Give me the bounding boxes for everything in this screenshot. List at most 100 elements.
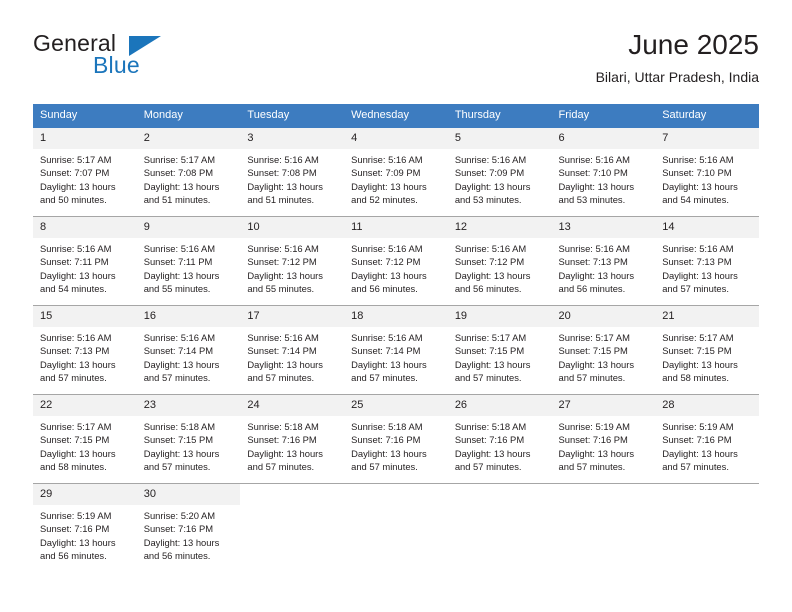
sunrise-time: Sunrise: 5:18 AM: [143, 421, 216, 432]
daylight-duration-line2: and 51 minutes.: [143, 193, 211, 205]
day-details: Sunrise: 5:16 AM Sunset: 7:11 PM Daylight:…: [137, 238, 241, 295]
daylight-duration-line2: and 57 minutes.: [143, 460, 211, 472]
day-details: Sunrise: 5:16 AM Sunset: 7:14 PM Daylight:…: [240, 327, 344, 384]
calendar-empty-cell: [240, 483, 345, 572]
daylight-duration-line2: and 53 minutes.: [558, 193, 626, 205]
weekday-header-monday: Monday: [136, 104, 241, 128]
daylight-duration-line1: Daylight: 13 hours: [40, 269, 116, 281]
calendar-day-cell[interactable]: 15 Sunrise: 5:16 AM Sunset: 7:13 PM Dayligh…: [33, 305, 137, 395]
calendar-day-cell[interactable]: 26 Sunrise: 5:18 AM Sunset: 7:16 PM Dayligh…: [447, 394, 552, 484]
day-details: Sunrise: 5:16 AM Sunset: 7:14 PM Daylight:…: [344, 327, 448, 384]
calendar-day-cell[interactable]: 8 Sunrise: 5:16 AM Sunset: 7:11 PM Daylight…: [33, 216, 137, 306]
sunset-time: Sunset: 7:14 PM: [143, 345, 214, 357]
calendar-day-cell[interactable]: 12 Sunrise: 5:16 AM Sunset: 7:12 PM Dayligh…: [447, 216, 552, 306]
sunrise-time: Sunrise: 5:18 AM: [454, 421, 527, 432]
daylight-duration-line2: and 57 minutes.: [143, 371, 211, 383]
calendar-day-cell[interactable]: 30 Sunrise: 5:20 AM Sunset: 7:16 PM Dayligh…: [136, 483, 241, 572]
calendar-day-cell[interactable]: 25 Sunrise: 5:18 AM Sunset: 7:16 PM Dayligh…: [344, 394, 448, 484]
sunset-time: Sunset: 7:16 PM: [662, 434, 732, 446]
day-details: Sunrise: 5:18 AM Sunset: 7:16 PM Daylight:…: [344, 416, 448, 473]
day-details: Sunrise: 5:17 AM Sunset: 7:08 PM Daylight:…: [137, 149, 241, 206]
calendar-day-cell[interactable]: 16 Sunrise: 5:16 AM Sunset: 7:14 PM Dayligh…: [136, 305, 241, 395]
calendar-day-cell[interactable]: 3 Sunrise: 5:16 AM Sunset: 7:08 PM Daylight…: [240, 128, 345, 217]
calendar-day-cell[interactable]: 19 Sunrise: 5:17 AM Sunset: 7:15 PM Dayligh…: [447, 305, 552, 395]
calendar-day-cell[interactable]: 2 Sunrise: 5:17 AM Sunset: 7:08 PM Daylight…: [136, 128, 241, 217]
sunrise-time: Sunrise: 5:16 AM: [247, 154, 319, 165]
calendar-day-cell[interactable]: 21 Sunrise: 5:17 AM Sunset: 7:15 PM Dayligh…: [655, 305, 759, 395]
calendar-day-cell[interactable]: 4 Sunrise: 5:16 AM Sunset: 7:09 PM Daylight…: [344, 128, 448, 217]
day-number: [655, 484, 759, 505]
daylight-duration-line1: Daylight: 13 hours: [40, 180, 116, 192]
calendar-day-cell[interactable]: 27 Sunrise: 5:19 AM Sunset: 7:16 PM Dayligh…: [551, 394, 656, 484]
calendar-week-row: 15 Sunrise: 5:16 AM Sunset: 7:13 PM Dayligh…: [33, 305, 759, 395]
day-number: 14: [655, 217, 759, 238]
day-number: 27: [551, 395, 656, 416]
daylight-duration-line1: Daylight: 13 hours: [247, 180, 323, 192]
sunset-time: Sunset: 7:09 PM: [351, 167, 421, 179]
daylight-duration-line2: and 54 minutes.: [40, 282, 107, 294]
day-number: 21: [655, 306, 759, 327]
daylight-duration-line1: Daylight: 13 hours: [351, 180, 427, 192]
day-details: Sunrise: 5:17 AM Sunset: 7:15 PM Daylight:…: [655, 327, 759, 384]
sunrise-time: Sunrise: 5:16 AM: [40, 332, 112, 343]
daylight-duration-line1: Daylight: 13 hours: [454, 447, 531, 459]
day-details: Sunrise: 5:17 AM Sunset: 7:15 PM Daylight:…: [33, 416, 137, 473]
sunset-time: Sunset: 7:12 PM: [454, 256, 525, 268]
sunset-time: Sunset: 7:16 PM: [558, 434, 628, 446]
day-number: [344, 484, 448, 505]
daylight-duration-line2: and 58 minutes.: [40, 460, 107, 472]
sunset-time: Sunset: 7:16 PM: [454, 434, 525, 446]
daylight-duration-line2: and 57 minutes.: [351, 460, 418, 472]
sunrise-time: Sunrise: 5:16 AM: [558, 154, 630, 165]
daylight-duration-line2: and 57 minutes.: [454, 371, 522, 383]
sunset-time: Sunset: 7:16 PM: [247, 434, 317, 446]
calendar-day-cell[interactable]: 9 Sunrise: 5:16 AM Sunset: 7:11 PM Daylight…: [136, 216, 241, 306]
calendar-day-cell[interactable]: 14 Sunrise: 5:16 AM Sunset: 7:13 PM Dayligh…: [655, 216, 759, 306]
daylight-duration-line2: and 57 minutes.: [558, 460, 626, 472]
sunset-time: Sunset: 7:08 PM: [247, 167, 317, 179]
calendar-day-cell[interactable]: 24 Sunrise: 5:18 AM Sunset: 7:16 PM Dayligh…: [240, 394, 345, 484]
calendar-day-cell[interactable]: 17 Sunrise: 5:16 AM Sunset: 7:14 PM Dayligh…: [240, 305, 345, 395]
calendar-day-cell[interactable]: 20 Sunrise: 5:17 AM Sunset: 7:15 PM Dayligh…: [551, 305, 656, 395]
calendar-day-cell[interactable]: 5 Sunrise: 5:16 AM Sunset: 7:09 PM Daylight…: [447, 128, 552, 217]
calendar-day-cell[interactable]: 1 Sunrise: 5:17 AM Sunset: 7:07 PM Daylight…: [33, 128, 137, 217]
weekday-header-tuesday: Tuesday: [240, 104, 345, 128]
day-number: 3: [240, 128, 345, 149]
calendar-day-cell[interactable]: 18 Sunrise: 5:16 AM Sunset: 7:14 PM Dayligh…: [344, 305, 448, 395]
sunrise-time: Sunrise: 5:16 AM: [454, 154, 527, 165]
calendar-day-cell[interactable]: 11 Sunrise: 5:16 AM Sunset: 7:12 PM Dayligh…: [344, 216, 448, 306]
sunset-time: Sunset: 7:12 PM: [351, 256, 421, 268]
daylight-duration-line1: Daylight: 13 hours: [247, 447, 323, 459]
day-details: Sunrise: 5:16 AM Sunset: 7:12 PM Daylight:…: [448, 238, 552, 295]
sunset-time: Sunset: 7:16 PM: [351, 434, 421, 446]
brand-name-blue: Blue: [93, 52, 140, 78]
page-header: General Blue June 2025 Bilari, Uttar Pra…: [33, 28, 759, 94]
daylight-duration-line1: Daylight: 13 hours: [558, 180, 635, 192]
day-number: 28: [655, 395, 759, 416]
sunrise-time: Sunrise: 5:17 AM: [558, 332, 630, 343]
weekday-header-friday: Friday: [551, 104, 656, 128]
daylight-duration-line1: Daylight: 13 hours: [454, 269, 531, 281]
daylight-duration-line2: and 52 minutes.: [351, 193, 418, 205]
calendar-day-cell[interactable]: 6 Sunrise: 5:16 AM Sunset: 7:10 PM Daylight…: [551, 128, 656, 217]
day-number: 8: [33, 217, 137, 238]
day-number: 25: [344, 395, 448, 416]
calendar-day-cell[interactable]: 10 Sunrise: 5:16 AM Sunset: 7:12 PM Dayligh…: [240, 216, 345, 306]
day-details: Sunrise: 5:17 AM Sunset: 7:15 PM Daylight:…: [552, 327, 656, 384]
calendar-day-cell[interactable]: 7 Sunrise: 5:16 AM Sunset: 7:10 PM Daylight…: [655, 128, 759, 217]
day-number: 10: [240, 217, 345, 238]
day-number: 15: [33, 306, 137, 327]
day-number: 7: [655, 128, 759, 149]
day-details: Sunrise: 5:18 AM Sunset: 7:15 PM Daylight:…: [137, 416, 241, 473]
calendar-day-cell[interactable]: 28 Sunrise: 5:19 AM Sunset: 7:16 PM Dayligh…: [655, 394, 759, 484]
day-number: 17: [240, 306, 345, 327]
sunset-time: Sunset: 7:15 PM: [662, 345, 732, 357]
day-details: Sunrise: 5:17 AM Sunset: 7:07 PM Daylight:…: [33, 149, 137, 206]
calendar-day-cell[interactable]: 22 Sunrise: 5:17 AM Sunset: 7:15 PM Dayligh…: [33, 394, 137, 484]
calendar-day-cell[interactable]: 13 Sunrise: 5:16 AM Sunset: 7:13 PM Dayligh…: [551, 216, 656, 306]
sunrise-time: Sunrise: 5:16 AM: [351, 154, 423, 165]
sunrise-time: Sunrise: 5:16 AM: [143, 332, 216, 343]
calendar-day-cell[interactable]: 23 Sunrise: 5:18 AM Sunset: 7:15 PM Dayligh…: [136, 394, 241, 484]
calendar-day-cell[interactable]: 29 Sunrise: 5:19 AM Sunset: 7:16 PM Dayligh…: [33, 483, 137, 572]
daylight-duration-line2: and 55 minutes.: [247, 282, 315, 294]
